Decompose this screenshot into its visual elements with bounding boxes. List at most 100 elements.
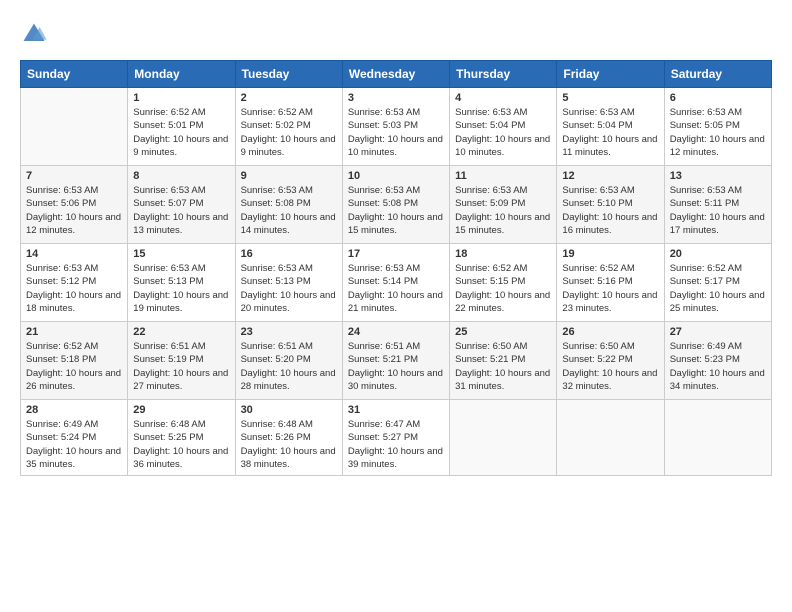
- calendar-cell: 17 Sunrise: 6:53 AMSunset: 5:14 PMDayligh…: [342, 244, 449, 322]
- day-number: 22: [133, 326, 229, 338]
- day-info: Sunrise: 6:49 AMSunset: 5:23 PMDaylight:…: [670, 340, 766, 393]
- day-number: 8: [133, 170, 229, 182]
- day-info: Sunrise: 6:53 AMSunset: 5:04 PMDaylight:…: [562, 106, 658, 159]
- calendar-cell: 20 Sunrise: 6:52 AMSunset: 5:17 PMDayligh…: [664, 244, 771, 322]
- calendar-cell: 16 Sunrise: 6:53 AMSunset: 5:13 PMDayligh…: [235, 244, 342, 322]
- day-number: 16: [241, 248, 337, 260]
- calendar-cell: 7 Sunrise: 6:53 AMSunset: 5:06 PMDaylight…: [21, 166, 128, 244]
- calendar-cell: 21 Sunrise: 6:52 AMSunset: 5:18 PMDayligh…: [21, 322, 128, 400]
- day-info: Sunrise: 6:53 AMSunset: 5:05 PMDaylight:…: [670, 106, 766, 159]
- day-info: Sunrise: 6:53 AMSunset: 5:14 PMDaylight:…: [348, 262, 444, 315]
- logo-icon: [20, 20, 48, 48]
- calendar-cell: 29 Sunrise: 6:48 AMSunset: 5:25 PMDayligh…: [128, 400, 235, 476]
- header-section: [20, 20, 772, 48]
- day-info: Sunrise: 6:52 AMSunset: 5:02 PMDaylight:…: [241, 106, 337, 159]
- day-info: Sunrise: 6:49 AMSunset: 5:24 PMDaylight:…: [26, 418, 122, 471]
- calendar-week-row: 21 Sunrise: 6:52 AMSunset: 5:18 PMDayligh…: [21, 322, 772, 400]
- weekday-header-friday: Friday: [557, 61, 664, 88]
- day-info: Sunrise: 6:53 AMSunset: 5:13 PMDaylight:…: [241, 262, 337, 315]
- calendar-cell: 31 Sunrise: 6:47 AMSunset: 5:27 PMDayligh…: [342, 400, 449, 476]
- calendar-cell: 12 Sunrise: 6:53 AMSunset: 5:10 PMDayligh…: [557, 166, 664, 244]
- day-info: Sunrise: 6:53 AMSunset: 5:10 PMDaylight:…: [562, 184, 658, 237]
- day-info: Sunrise: 6:53 AMSunset: 5:06 PMDaylight:…: [26, 184, 122, 237]
- weekday-header-wednesday: Wednesday: [342, 61, 449, 88]
- day-number: 25: [455, 326, 551, 338]
- day-info: Sunrise: 6:53 AMSunset: 5:04 PMDaylight:…: [455, 106, 551, 159]
- day-info: Sunrise: 6:52 AMSunset: 5:17 PMDaylight:…: [670, 262, 766, 315]
- day-number: 6: [670, 92, 766, 104]
- day-info: Sunrise: 6:52 AMSunset: 5:16 PMDaylight:…: [562, 262, 658, 315]
- day-info: Sunrise: 6:52 AMSunset: 5:01 PMDaylight:…: [133, 106, 229, 159]
- day-info: Sunrise: 6:50 AMSunset: 5:22 PMDaylight:…: [562, 340, 658, 393]
- logo: [20, 20, 52, 48]
- calendar-cell: 13 Sunrise: 6:53 AMSunset: 5:11 PMDayligh…: [664, 166, 771, 244]
- calendar-cell: 15Sunrise: 6:53 AMSunset: 5:13 PMDayligh…: [128, 244, 235, 322]
- day-number: 23: [241, 326, 337, 338]
- day-number: 3: [348, 92, 444, 104]
- main-container: SundayMondayTuesdayWednesdayThursdayFrid…: [0, 0, 792, 486]
- day-number: 20: [670, 248, 766, 260]
- day-number: 26: [562, 326, 658, 338]
- day-number: 17: [348, 248, 444, 260]
- calendar-cell: 23Sunrise: 6:51 AMSunset: 5:20 PMDayligh…: [235, 322, 342, 400]
- day-number: 11: [455, 170, 551, 182]
- day-number: 28: [26, 404, 122, 416]
- day-info: Sunrise: 6:53 AMSunset: 5:12 PMDaylight:…: [26, 262, 122, 315]
- day-info: Sunrise: 6:53 AMSunset: 5:13 PMDaylight:…: [133, 262, 229, 315]
- calendar-cell: 19 Sunrise: 6:52 AMSunset: 5:16 PMDayligh…: [557, 244, 664, 322]
- calendar-cell: 27Sunrise: 6:49 AMSunset: 5:23 PMDayligh…: [664, 322, 771, 400]
- weekday-header-thursday: Thursday: [450, 61, 557, 88]
- day-info: Sunrise: 6:53 AMSunset: 5:08 PMDaylight:…: [241, 184, 337, 237]
- day-info: Sunrise: 6:51 AMSunset: 5:21 PMDaylight:…: [348, 340, 444, 393]
- calendar-cell: 8 Sunrise: 6:53 AMSunset: 5:07 PMDaylight…: [128, 166, 235, 244]
- calendar-cell: 24 Sunrise: 6:51 AMSunset: 5:21 PMDayligh…: [342, 322, 449, 400]
- weekday-header-tuesday: Tuesday: [235, 61, 342, 88]
- day-number: 12: [562, 170, 658, 182]
- day-info: Sunrise: 6:53 AMSunset: 5:08 PMDaylight:…: [348, 184, 444, 237]
- calendar-cell: 10 Sunrise: 6:53 AMSunset: 5:08 PMDayligh…: [342, 166, 449, 244]
- weekday-header-row: SundayMondayTuesdayWednesdayThursdayFrid…: [21, 61, 772, 88]
- day-number: 9: [241, 170, 337, 182]
- calendar-cell: 2Sunrise: 6:52 AMSunset: 5:02 PMDaylight…: [235, 88, 342, 166]
- day-info: Sunrise: 6:51 AMSunset: 5:19 PMDaylight:…: [133, 340, 229, 393]
- calendar-cell: [21, 88, 128, 166]
- calendar-cell: 18Sunrise: 6:52 AMSunset: 5:15 PMDayligh…: [450, 244, 557, 322]
- day-info: Sunrise: 6:50 AMSunset: 5:21 PMDaylight:…: [455, 340, 551, 393]
- calendar-cell: [664, 400, 771, 476]
- day-number: 10: [348, 170, 444, 182]
- day-number: 21: [26, 326, 122, 338]
- day-info: Sunrise: 6:53 AMSunset: 5:07 PMDaylight:…: [133, 184, 229, 237]
- day-info: Sunrise: 6:52 AMSunset: 5:18 PMDaylight:…: [26, 340, 122, 393]
- calendar-week-row: 14 Sunrise: 6:53 AMSunset: 5:12 PMDayligh…: [21, 244, 772, 322]
- day-number: 14: [26, 248, 122, 260]
- day-info: Sunrise: 6:48 AMSunset: 5:26 PMDaylight:…: [241, 418, 337, 471]
- calendar-week-row: 1Sunrise: 6:52 AMSunset: 5:01 PMDaylight…: [21, 88, 772, 166]
- calendar-cell: 1Sunrise: 6:52 AMSunset: 5:01 PMDaylight…: [128, 88, 235, 166]
- weekday-header-sunday: Sunday: [21, 61, 128, 88]
- day-number: 19: [562, 248, 658, 260]
- calendar-cell: 9 Sunrise: 6:53 AMSunset: 5:08 PMDaylight…: [235, 166, 342, 244]
- weekday-header-saturday: Saturday: [664, 61, 771, 88]
- day-number: 4: [455, 92, 551, 104]
- day-info: Sunrise: 6:47 AMSunset: 5:27 PMDaylight:…: [348, 418, 444, 471]
- day-info: Sunrise: 6:53 AMSunset: 5:11 PMDaylight:…: [670, 184, 766, 237]
- day-info: Sunrise: 6:53 AMSunset: 5:03 PMDaylight:…: [348, 106, 444, 159]
- day-number: 31: [348, 404, 444, 416]
- calendar-cell: 11 Sunrise: 6:53 AMSunset: 5:09 PMDayligh…: [450, 166, 557, 244]
- calendar-cell: 28 Sunrise: 6:49 AMSunset: 5:24 PMDayligh…: [21, 400, 128, 476]
- calendar-table: SundayMondayTuesdayWednesdayThursdayFrid…: [20, 60, 772, 476]
- calendar-cell: 6 Sunrise: 6:53 AMSunset: 5:05 PMDaylight…: [664, 88, 771, 166]
- day-info: Sunrise: 6:53 AMSunset: 5:09 PMDaylight:…: [455, 184, 551, 237]
- calendar-cell: 3 Sunrise: 6:53 AMSunset: 5:03 PMDaylight…: [342, 88, 449, 166]
- calendar-cell: 14 Sunrise: 6:53 AMSunset: 5:12 PMDayligh…: [21, 244, 128, 322]
- calendar-week-row: 28 Sunrise: 6:49 AMSunset: 5:24 PMDayligh…: [21, 400, 772, 476]
- calendar-cell: [557, 400, 664, 476]
- day-number: 7: [26, 170, 122, 182]
- day-info: Sunrise: 6:48 AMSunset: 5:25 PMDaylight:…: [133, 418, 229, 471]
- day-number: 13: [670, 170, 766, 182]
- calendar-cell: [450, 400, 557, 476]
- day-number: 24: [348, 326, 444, 338]
- day-number: 29: [133, 404, 229, 416]
- calendar-cell: 4 Sunrise: 6:53 AMSunset: 5:04 PMDaylight…: [450, 88, 557, 166]
- weekday-header-monday: Monday: [128, 61, 235, 88]
